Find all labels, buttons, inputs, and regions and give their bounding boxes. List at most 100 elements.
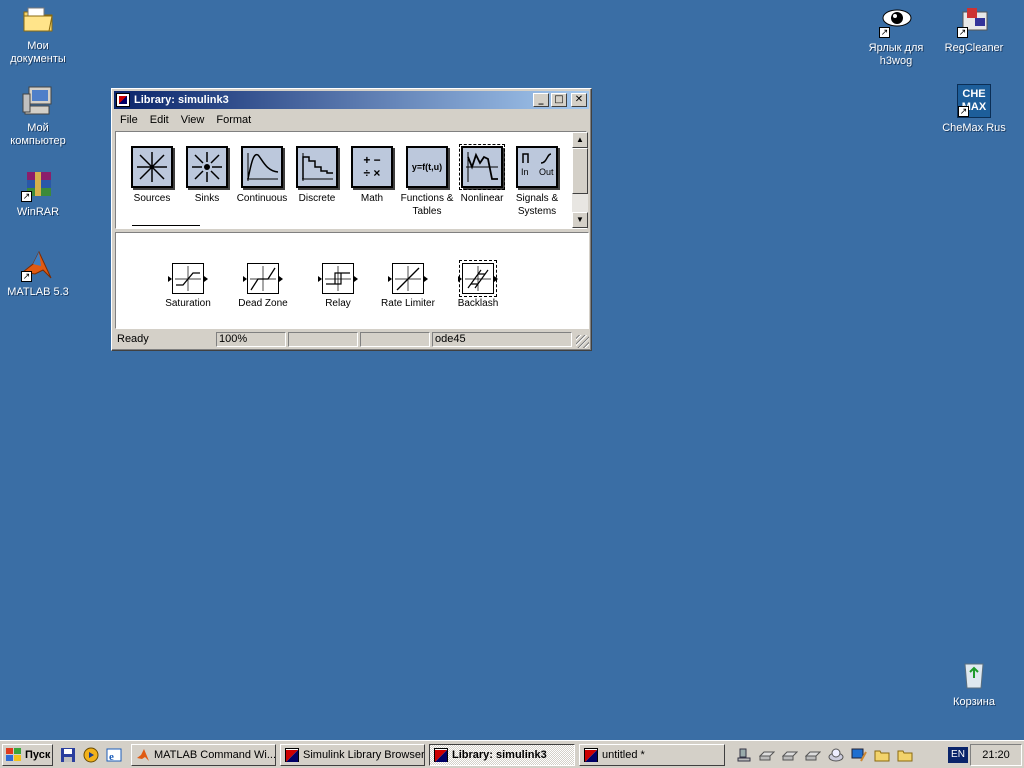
block-relay[interactable]: Relay: [303, 263, 373, 310]
shortcut-arrow-icon: ↗: [958, 106, 969, 117]
scroll-thumb[interactable]: [572, 148, 588, 194]
block-label: Rate Limiter: [381, 298, 435, 309]
minimize-button[interactable]: _: [533, 93, 549, 107]
task-label: untitled *: [602, 749, 645, 761]
window-titlebar[interactable]: Library: simulink3 _ □ ✕: [114, 91, 589, 109]
shortcut-arrow-icon: ↗: [879, 27, 890, 38]
desktop-icon-label: Корзина: [953, 696, 995, 708]
drive-icon[interactable]: [758, 748, 776, 762]
simulink-icon: [116, 93, 130, 107]
block-label: Backlash: [457, 298, 499, 309]
library-sinks[interactable]: Sinks: [179, 146, 235, 205]
library-label: Math: [360, 193, 384, 204]
menu-file[interactable]: File: [114, 114, 144, 126]
close-button[interactable]: ✕: [571, 93, 587, 107]
library-list: Sources Sinks Continuous Discrete + − ÷ …: [115, 131, 587, 229]
desktop-icon-label: Мой компьютер: [10, 122, 66, 147]
chemax-icon: CHE MAX ↗: [957, 84, 991, 118]
library-continuous[interactable]: Continuous: [234, 146, 290, 205]
signals-in-label: In: [521, 167, 529, 177]
desktop-icon-h3wog[interactable]: ↗ Ярлык для h3wog: [858, 4, 934, 68]
simulink-icon: [434, 748, 448, 762]
drive-icon[interactable]: [781, 748, 799, 762]
eye-icon: ↗: [879, 4, 913, 38]
desktop-icon-recycle-bin[interactable]: Корзина: [936, 658, 1012, 709]
status-bar: Ready 100% ode45: [114, 331, 589, 348]
desktop-icon-chemax[interactable]: CHE MAX ↗ CheMax Rus: [936, 84, 1012, 135]
functions-tables-icon: y=f(t,u): [406, 146, 448, 188]
block-dead-zone[interactable]: Dead Zone: [228, 263, 298, 310]
library-math[interactable]: + − ÷ × Math: [344, 146, 400, 205]
scroll-up-button[interactable]: ▲: [572, 132, 588, 148]
folder-icon[interactable]: [897, 748, 913, 762]
maximize-button[interactable]: □: [551, 93, 567, 107]
library-label: Sources: [133, 193, 171, 204]
block-label: Dead Zone: [238, 298, 288, 309]
menu-bar: File Edit View Format: [114, 110, 589, 129]
desktop-icon-matlab[interactable]: ↗ MATLAB 5.3: [0, 248, 76, 299]
svg-text:e: e: [109, 751, 114, 763]
recycle-bin-icon: [957, 658, 991, 692]
relay-icon: [318, 263, 358, 294]
task-label: MATLAB Command Wi...: [154, 749, 276, 761]
start-button[interactable]: Пуск: [2, 744, 53, 766]
desktop-icon-label: WinRAR: [16, 206, 60, 218]
library-functions-tables[interactable]: y=f(t,u) Functions & Tables: [399, 146, 455, 218]
library-nonlinear[interactable]: Nonlinear: [454, 144, 510, 205]
focus-underline: [132, 225, 200, 226]
drive-icon[interactable]: [804, 748, 822, 762]
menu-edit[interactable]: Edit: [144, 114, 175, 126]
desktop-icon-my-documents[interactable]: Мои документы: [0, 2, 76, 66]
ie-icon[interactable]: e: [106, 747, 122, 763]
library-label: Continuous: [236, 193, 288, 204]
task-untitled[interactable]: untitled *: [579, 744, 725, 766]
block-saturation[interactable]: Saturation: [153, 263, 223, 310]
task-matlab-command-window[interactable]: MATLAB Command Wi...: [131, 744, 276, 766]
library-discrete[interactable]: Discrete: [289, 146, 345, 205]
desktop-icon-label: Ярлык для h3wog: [868, 42, 924, 67]
save-icon[interactable]: [60, 747, 76, 763]
desktop-icon-winrar[interactable]: ↗ WinRAR: [0, 168, 76, 219]
library-window: Library: simulink3 _ □ ✕ File Edit View …: [111, 88, 592, 351]
language-indicator[interactable]: EN: [948, 747, 968, 763]
cd-icon[interactable]: [828, 748, 844, 762]
block-pane: Saturation Dead Zone Relay Rate Limiter: [115, 232, 589, 329]
task-simulink-library-browser[interactable]: Simulink Library Browser: [280, 744, 425, 766]
menu-view[interactable]: View: [175, 114, 211, 126]
desktop-icon-label: MATLAB 5.3: [7, 286, 69, 298]
desktop-icon-my-computer[interactable]: Мой компьютер: [0, 84, 76, 148]
menu-format[interactable]: Format: [210, 114, 257, 126]
status-empty-1: [288, 332, 358, 347]
backlash-icon: [458, 260, 498, 297]
winrar-icon: ↗: [21, 168, 55, 202]
status-zoom: 100%: [216, 332, 286, 347]
desktop-icon-label: Мои документы: [10, 40, 66, 65]
math-icon: + − ÷ ×: [351, 146, 393, 188]
library-label: Discrete: [298, 193, 336, 204]
functions-icon-text: y=f(t,u): [411, 161, 443, 172]
desktop-icon-regcleaner[interactable]: ↗ RegCleaner: [936, 4, 1012, 55]
desktop-icon-label: RegCleaner: [944, 42, 1004, 54]
desktop-icon-label: CheMax Rus: [942, 122, 1006, 134]
clock[interactable]: 21:20: [970, 744, 1022, 766]
folder-icon[interactable]: [874, 748, 890, 762]
scroll-down-button[interactable]: ▼: [572, 212, 588, 228]
resize-grip[interactable]: [576, 335, 589, 348]
library-sources[interactable]: Sources: [124, 146, 180, 205]
shortcut-arrow-icon: ↗: [21, 271, 32, 282]
media-player-icon[interactable]: [83, 747, 99, 763]
library-label: Signals & Systems: [515, 193, 559, 217]
block-rate-limiter[interactable]: Rate Limiter: [373, 263, 443, 310]
library-label: Sinks: [194, 193, 220, 204]
task-label: Simulink Library Browser: [303, 749, 425, 761]
folder-icon: [21, 2, 55, 36]
rate-limiter-icon: [388, 263, 428, 294]
library-scrollbar[interactable]: ▲ ▼: [572, 132, 588, 228]
signals-systems-icon: In Out: [516, 146, 558, 188]
task-library-simulink3[interactable]: Library: simulink3: [429, 744, 575, 766]
library-signals-systems[interactable]: In Out Signals & Systems: [509, 146, 565, 218]
block-label: Saturation: [165, 298, 211, 309]
network-icon[interactable]: [736, 748, 752, 762]
block-backlash[interactable]: Backlash: [443, 260, 513, 310]
display-icon[interactable]: [851, 748, 867, 762]
